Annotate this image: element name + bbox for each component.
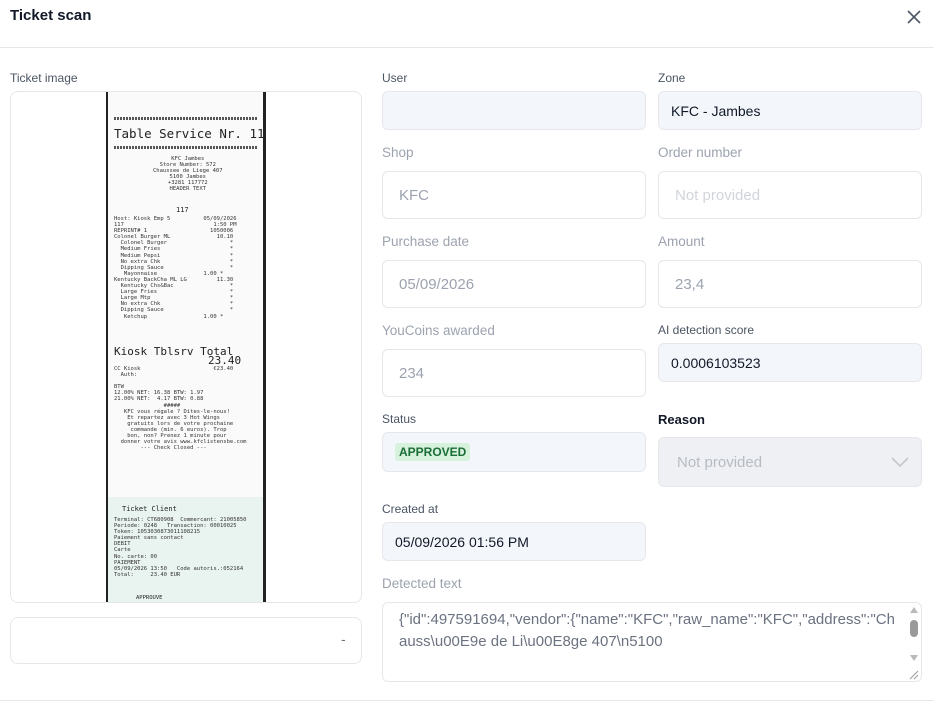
created-at-field[interactable]: 05/09/2026 01:56 PM xyxy=(382,522,646,561)
receipt-card-text: Terminal: CT680908 Commercant: 21005850 … xyxy=(114,517,247,578)
receipt-items: Host: Kiosk Emp 5 05/09/2026 117 1:50 PM… xyxy=(114,216,237,320)
receipt-card-section: Ticket Client Terminal: CT680908 Commerc… xyxy=(108,497,263,602)
receipt-header: KFC Jambes Store Number: 572 Chaussee de… xyxy=(153,156,223,193)
youcoins-label: YouCoins awarded xyxy=(382,323,495,338)
resize-handle-icon[interactable] xyxy=(908,669,919,680)
detected-text-area[interactable]: {"id":497591694,"vendor":{"name":"KFC","… xyxy=(382,602,922,682)
receipt-card-header: Ticket Client xyxy=(122,505,177,513)
reason-label: Reason xyxy=(658,412,705,427)
receipt-order-no: 117 xyxy=(176,206,189,214)
image-caption-field[interactable]: - xyxy=(10,617,362,664)
order-number-field[interactable]: Not provided xyxy=(658,171,922,219)
ai-score-label: AI detection score xyxy=(658,323,755,337)
amount-label: Amount xyxy=(658,234,705,249)
close-icon xyxy=(907,10,921,24)
receipt-payment: CC Kiosk €23.40 Auth: BTW 12.00% NET: 16… xyxy=(114,366,247,452)
order-number-label: Order number xyxy=(658,145,743,160)
reason-placeholder: Not provided xyxy=(677,453,763,471)
reason-select[interactable]: Not provided xyxy=(658,437,922,487)
shop-label: Shop xyxy=(382,145,414,160)
ai-score-field[interactable]: 0.0006103523 xyxy=(658,343,922,382)
receipt-image: Table Service Nr. 117 KFC Jambes Store N… xyxy=(106,92,266,602)
modal-footer-divider xyxy=(0,700,934,701)
modal-title: Ticket scan xyxy=(10,7,92,24)
shop-field[interactable]: KFC xyxy=(382,171,646,219)
scroll-up-icon[interactable] xyxy=(910,607,918,613)
receipt-card-footer: APPROUVE xyxy=(136,595,163,601)
scroll-thumb[interactable] xyxy=(910,620,918,637)
status-label: Status xyxy=(382,412,417,426)
zone-label: Zone xyxy=(658,71,686,85)
receipt-title: Table Service Nr. 117 xyxy=(114,126,266,141)
user-field[interactable] xyxy=(382,91,646,130)
status-field[interactable]: APPROVED xyxy=(382,432,646,472)
image-caption-value: - xyxy=(341,631,346,647)
purchase-date-field[interactable]: 05/09/2026 xyxy=(382,260,646,308)
user-label: User xyxy=(382,71,408,85)
created-at-label: Created at xyxy=(382,502,439,516)
zone-field[interactable]: KFC - Jambes xyxy=(658,91,922,130)
amount-field[interactable]: 23,4 xyxy=(658,260,922,308)
youcoins-field[interactable]: 234 xyxy=(382,349,646,397)
chevron-down-icon xyxy=(891,457,909,468)
modal-header: Ticket scan xyxy=(0,0,934,48)
ticket-image-label: Ticket image xyxy=(10,71,78,85)
detected-text-label: Detected text xyxy=(382,576,462,591)
scroll-down-icon[interactable] xyxy=(910,655,918,661)
purchase-date-label: Purchase date xyxy=(382,234,470,249)
status-badge: APPROVED xyxy=(395,443,471,461)
close-button[interactable] xyxy=(903,6,925,28)
detected-text-content: {"id":497591694,"vendor":{"name":"KFC","… xyxy=(399,611,895,650)
